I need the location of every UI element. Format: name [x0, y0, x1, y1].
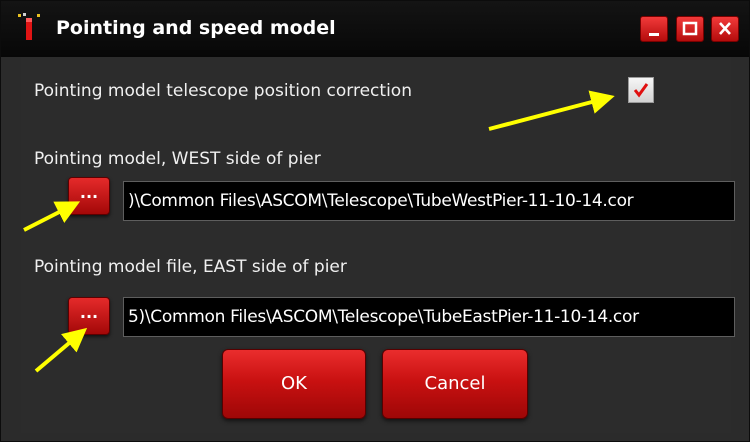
title-bar[interactable]: Pointing and speed model [1, 1, 749, 57]
maximize-icon [682, 21, 698, 36]
west-path-field[interactable]: )\Common Files\ASCOM\Telescope\TubeWestP… [123, 181, 735, 221]
minimize-button[interactable] [640, 16, 668, 42]
cancel-button[interactable]: Cancel [382, 349, 528, 419]
dialog-body: Pointing model telescope position correc… [21, 57, 735, 433]
close-icon [719, 22, 731, 35]
minimize-icon [649, 33, 659, 36]
pointing-speed-dialog: Pointing and speed model Pointing model … [0, 0, 750, 442]
west-label: Pointing model, WEST side of pier [34, 149, 321, 169]
east-path-field[interactable]: 5)\Common Files\ASCOM\Telescope\TubeEast… [123, 297, 735, 337]
east-browse-button[interactable]: ... [68, 297, 110, 335]
correction-checkbox[interactable] [628, 77, 654, 103]
checkmark-icon [633, 83, 649, 98]
app-icon [18, 13, 40, 40]
east-label: Pointing model file, EAST side of pier [34, 257, 347, 277]
west-browse-button[interactable]: ... [68, 177, 110, 215]
correction-label: Pointing model telescope position correc… [34, 81, 412, 101]
close-button[interactable] [711, 16, 739, 42]
maximize-button[interactable] [676, 16, 704, 42]
window-title: Pointing and speed model [56, 17, 336, 39]
ok-button[interactable]: OK [222, 349, 366, 419]
